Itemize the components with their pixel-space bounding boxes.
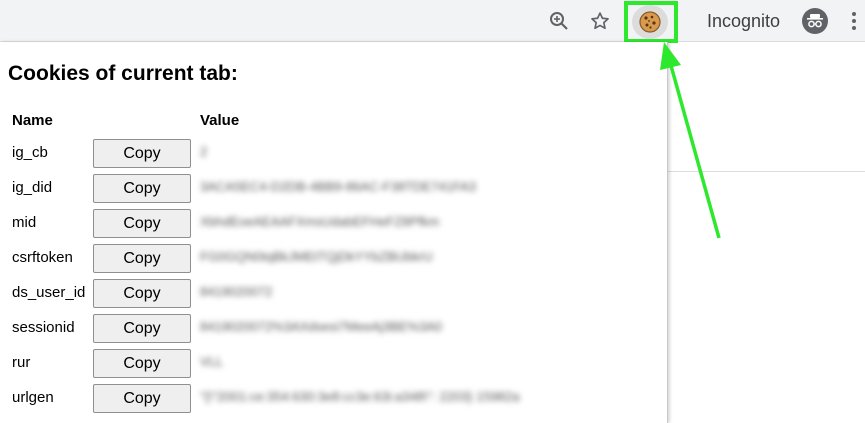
- copy-button[interactable]: Copy: [93, 314, 191, 343]
- cookie-value: 3ACA5EC4-D2DB-4BB9-86AC-F38TDE741FA3: [200, 179, 477, 194]
- cookie-row: sessionid Copy 8419020072%3AXdsesi7MeeAj…: [0, 314, 668, 349]
- cookie-value: 8419020072%3AXdsesi7MeeAj3BE%3A0: [200, 319, 443, 334]
- cookie-value: 8419020072: [200, 284, 273, 299]
- column-header-value: Value: [200, 112, 240, 129]
- cookie-value: 2: [200, 144, 208, 159]
- column-header-name: Name: [12, 112, 53, 129]
- cookie-name: sessionid: [12, 319, 75, 336]
- cookie-name: urlgen: [12, 389, 54, 406]
- copy-button[interactable]: Copy: [93, 244, 191, 273]
- menu-icon[interactable]: [848, 10, 860, 32]
- cookie-name: ig_did: [12, 179, 53, 196]
- cookie-value: VLL: [200, 354, 224, 369]
- cookies-popup: Cookies of current tab: Name Value ig_cb…: [0, 42, 668, 423]
- cookie-value: "{\"2001:ce:354:630:3e8:cc3e:63i:a348\":…: [200, 389, 520, 404]
- popup-title: Cookies of current tab:: [8, 62, 238, 85]
- copy-button[interactable]: Copy: [93, 174, 191, 203]
- highlight-box: [624, 1, 678, 43]
- cookie-value: XbhdEoeAEAAFXmsUdabEFHeFZ8Pfkm: [200, 214, 440, 229]
- cookie-value: FG0GQN0tqBkJMEtTQjDkYYbZBUbkrU: [200, 249, 433, 264]
- star-icon[interactable]: [586, 7, 614, 35]
- cookie-name: ds_user_id: [12, 284, 86, 301]
- copy-button[interactable]: Copy: [93, 384, 191, 413]
- cookie-name: ig_cb: [12, 144, 48, 161]
- incognito-label: Incognito: [707, 11, 781, 31]
- cookie-row: urlgen Copy "{\"2001:ce:354:630:3e8:cc3e…: [0, 384, 668, 419]
- cookie-row: ig_did Copy 3ACA5EC4-D2DB-4BB9-86AC-F38T…: [0, 174, 668, 209]
- cookie-row: ig_cb Copy 2: [0, 139, 668, 174]
- cookie-row: mid Copy XbhdEoeAEAAFXmsUdabEFHeFZ8Pfkm: [0, 209, 668, 244]
- copy-button[interactable]: Copy: [93, 349, 191, 378]
- browser-toolbar: Incognito: [0, 0, 865, 43]
- cookie-row: csrftoken Copy FG0GQN0tqBkJMEtTQjDkYYbZB…: [0, 244, 668, 279]
- cookie-name: rur: [12, 354, 31, 371]
- page-divider: [668, 171, 865, 172]
- copy-button[interactable]: Copy: [93, 279, 191, 308]
- zoom-icon[interactable]: [545, 7, 573, 35]
- cookie-name: mid: [12, 214, 37, 231]
- copy-button[interactable]: Copy: [93, 139, 191, 168]
- cookie-row: ds_user_id Copy 8419020072: [0, 279, 668, 314]
- copy-button[interactable]: Copy: [93, 209, 191, 238]
- incognito-icon[interactable]: [802, 8, 828, 34]
- cookie-name: csrftoken: [12, 249, 73, 266]
- cookie-row: rur Copy VLL: [0, 349, 668, 384]
